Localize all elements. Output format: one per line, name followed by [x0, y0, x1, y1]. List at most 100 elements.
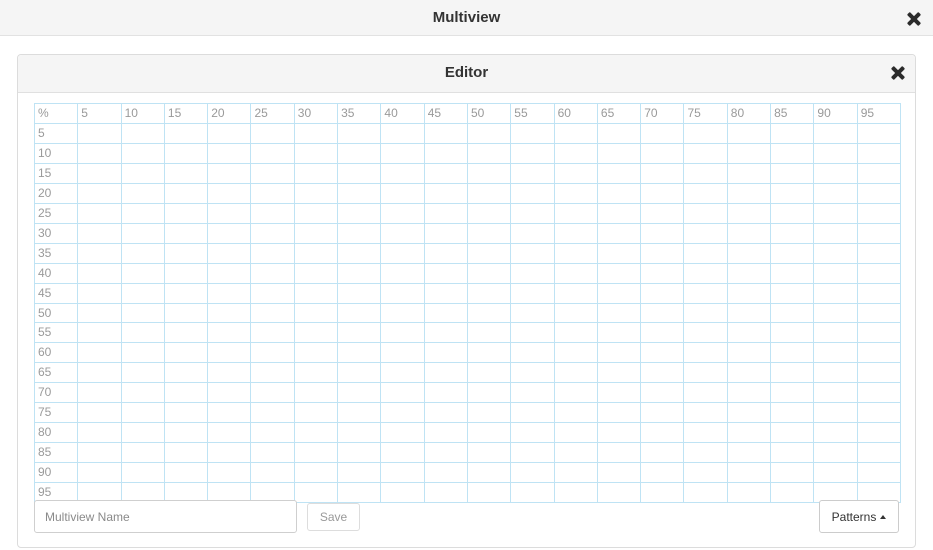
grid-cell[interactable] [251, 443, 295, 464]
grid-cell[interactable] [78, 203, 122, 224]
grid-cell[interactable] [511, 463, 555, 484]
grid-cell[interactable] [511, 203, 555, 224]
grid-cell[interactable] [381, 223, 425, 244]
grid-cell[interactable] [251, 123, 295, 144]
grid-cell[interactable] [597, 183, 642, 204]
grid-cell[interactable] [208, 463, 252, 484]
grid-cell[interactable] [121, 223, 165, 244]
grid-cell[interactable] [78, 183, 122, 204]
grid-cell[interactable] [511, 163, 555, 184]
grid-cell[interactable] [251, 143, 295, 164]
grid-cell[interactable] [684, 443, 728, 464]
grid-cell[interactable] [164, 303, 209, 324]
grid-cell[interactable] [597, 343, 642, 364]
grid-cell[interactable] [771, 263, 815, 284]
grid-cell[interactable] [511, 123, 555, 144]
grid-cell[interactable] [78, 243, 122, 264]
grid-cell[interactable] [814, 443, 858, 464]
grid-cell[interactable] [424, 303, 468, 324]
grid-cell[interactable] [641, 263, 685, 284]
grid-cell[interactable] [381, 163, 425, 184]
grid-cell[interactable] [424, 443, 468, 464]
grid-cell[interactable] [121, 243, 165, 264]
grid-cell[interactable] [381, 443, 425, 464]
grid-cell[interactable] [814, 123, 858, 144]
grid-cell[interactable] [121, 423, 165, 444]
grid-cell[interactable] [641, 303, 685, 324]
grid-cell[interactable] [727, 243, 772, 264]
grid-cell[interactable] [684, 383, 728, 404]
grid-cell[interactable] [424, 143, 468, 164]
grid-cell[interactable] [467, 383, 512, 404]
grid-cell[interactable] [294, 163, 339, 184]
grid-cell[interactable] [684, 203, 728, 224]
grid-cell[interactable] [771, 163, 815, 184]
grid-cell[interactable] [251, 323, 295, 344]
grid-cell[interactable] [381, 463, 425, 484]
grid-cell[interactable] [467, 203, 512, 224]
grid-cell[interactable] [294, 203, 339, 224]
grid-cell[interactable] [554, 223, 598, 244]
grid-cell[interactable] [78, 123, 122, 144]
grid-cell[interactable] [121, 363, 165, 384]
grid-cell[interactable] [294, 483, 339, 503]
grid-cell[interactable] [641, 483, 685, 503]
grid-cell[interactable] [857, 163, 901, 184]
grid-cell[interactable] [597, 123, 642, 144]
grid-cell[interactable] [251, 243, 295, 264]
grid-cell[interactable] [381, 243, 425, 264]
grid-cell[interactable] [208, 403, 252, 424]
grid-cell[interactable] [641, 243, 685, 264]
grid-cell[interactable] [554, 143, 598, 164]
grid-cell[interactable] [78, 343, 122, 364]
grid-cell[interactable] [727, 223, 772, 244]
grid-cell[interactable] [771, 343, 815, 364]
grid-cell[interactable] [641, 443, 685, 464]
grid-cell[interactable] [338, 483, 382, 503]
grid-cell[interactable] [771, 223, 815, 244]
grid-cell[interactable] [684, 183, 728, 204]
grid-cell[interactable] [78, 223, 122, 244]
grid-cell[interactable] [554, 283, 598, 304]
grid-cell[interactable] [554, 303, 598, 324]
grid-cell[interactable] [641, 223, 685, 244]
grid-cell[interactable] [467, 463, 512, 484]
grid-cell[interactable] [338, 203, 382, 224]
grid-cell[interactable] [857, 463, 901, 484]
grid-cell[interactable] [164, 323, 209, 344]
grid-cell[interactable] [294, 443, 339, 464]
grid-cell[interactable] [857, 143, 901, 164]
grid-cell[interactable] [467, 343, 512, 364]
grid-cell[interactable] [294, 303, 339, 324]
grid-cell[interactable] [467, 183, 512, 204]
grid-cell[interactable] [554, 263, 598, 284]
grid-cell[interactable] [164, 343, 209, 364]
grid-cell[interactable] [424, 463, 468, 484]
grid-cell[interactable] [338, 343, 382, 364]
grid-cell[interactable] [467, 243, 512, 264]
grid-cell[interactable] [597, 383, 642, 404]
grid-cell[interactable] [467, 143, 512, 164]
grid-cell[interactable] [381, 263, 425, 284]
grid-cell[interactable] [641, 183, 685, 204]
grid-cell[interactable] [424, 183, 468, 204]
grid-cell[interactable] [294, 183, 339, 204]
grid-cell[interactable] [78, 323, 122, 344]
patterns-button[interactable]: Patterns [819, 500, 899, 533]
grid-cell[interactable] [814, 283, 858, 304]
grid-cell[interactable] [597, 263, 642, 284]
grid-cell[interactable] [424, 263, 468, 284]
grid-cell[interactable] [208, 223, 252, 244]
grid-cell[interactable] [597, 243, 642, 264]
grid-cell[interactable] [857, 343, 901, 364]
grid-cell[interactable] [338, 123, 382, 144]
grid-cell[interactable] [684, 143, 728, 164]
grid-cell[interactable] [467, 443, 512, 464]
grid-cell[interactable] [208, 343, 252, 364]
grid-cell[interactable] [771, 463, 815, 484]
grid-cell[interactable] [554, 203, 598, 224]
grid-cell[interactable] [78, 283, 122, 304]
grid-cell[interactable] [857, 303, 901, 324]
grid-cell[interactable] [164, 123, 209, 144]
grid-cell[interactable] [208, 123, 252, 144]
